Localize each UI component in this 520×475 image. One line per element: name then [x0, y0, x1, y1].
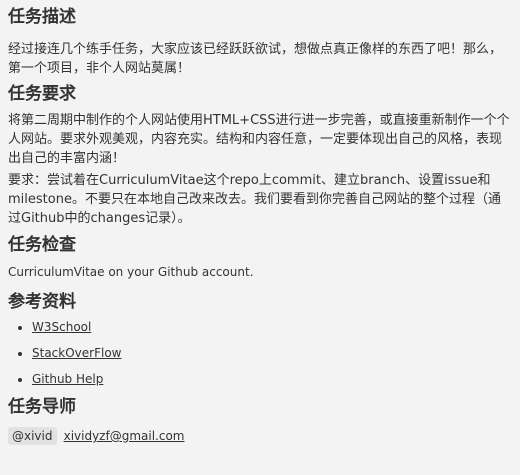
- check-text: CurriculumVitae on your Github account.: [8, 265, 254, 279]
- requirements-detail-text: 要求：尝试着在CurriculumVitae这个repo上commit、建立br…: [8, 173, 501, 226]
- section-title-references: 参考资料: [8, 292, 76, 312]
- mentor-mention[interactable]: @xivid: [8, 427, 57, 445]
- link-stackoverflow[interactable]: StackOverFlow: [32, 346, 121, 360]
- mentor-email-link[interactable]: xividyzf@gmail.com: [64, 429, 185, 443]
- section-title-description: 任务描述: [8, 7, 76, 27]
- content: 任务描述 经过接连几个练手任务，大家应该已经跃跃欲试，想做点真正像样的东西了吧！…: [0, 6, 520, 445]
- requirements-text: 将第二周期中制作的个人网站使用HTML+CSS进行进一步完善，或直接重新制作一个…: [8, 113, 510, 166]
- link-w3school[interactable]: W3School: [32, 320, 91, 334]
- section-title-check: 任务检查: [8, 235, 76, 255]
- mentor-row: @xivid xividyzf@gmail.com: [8, 425, 512, 445]
- link-github-help[interactable]: Github Help: [32, 372, 103, 386]
- section-title-requirements: 任务要求: [8, 84, 76, 104]
- list-item: W3School: [32, 318, 512, 336]
- list-item: StackOverFlow: [32, 344, 512, 362]
- references-list: W3School StackOverFlow Github Help: [8, 318, 512, 388]
- list-item: Github Help: [32, 370, 512, 388]
- section-title-mentor: 任务导师: [8, 397, 76, 417]
- description-text: 经过接连几个练手任务，大家应该已经跃跃欲试，想做点真正像样的东西了吧！那么，第一…: [8, 42, 503, 76]
